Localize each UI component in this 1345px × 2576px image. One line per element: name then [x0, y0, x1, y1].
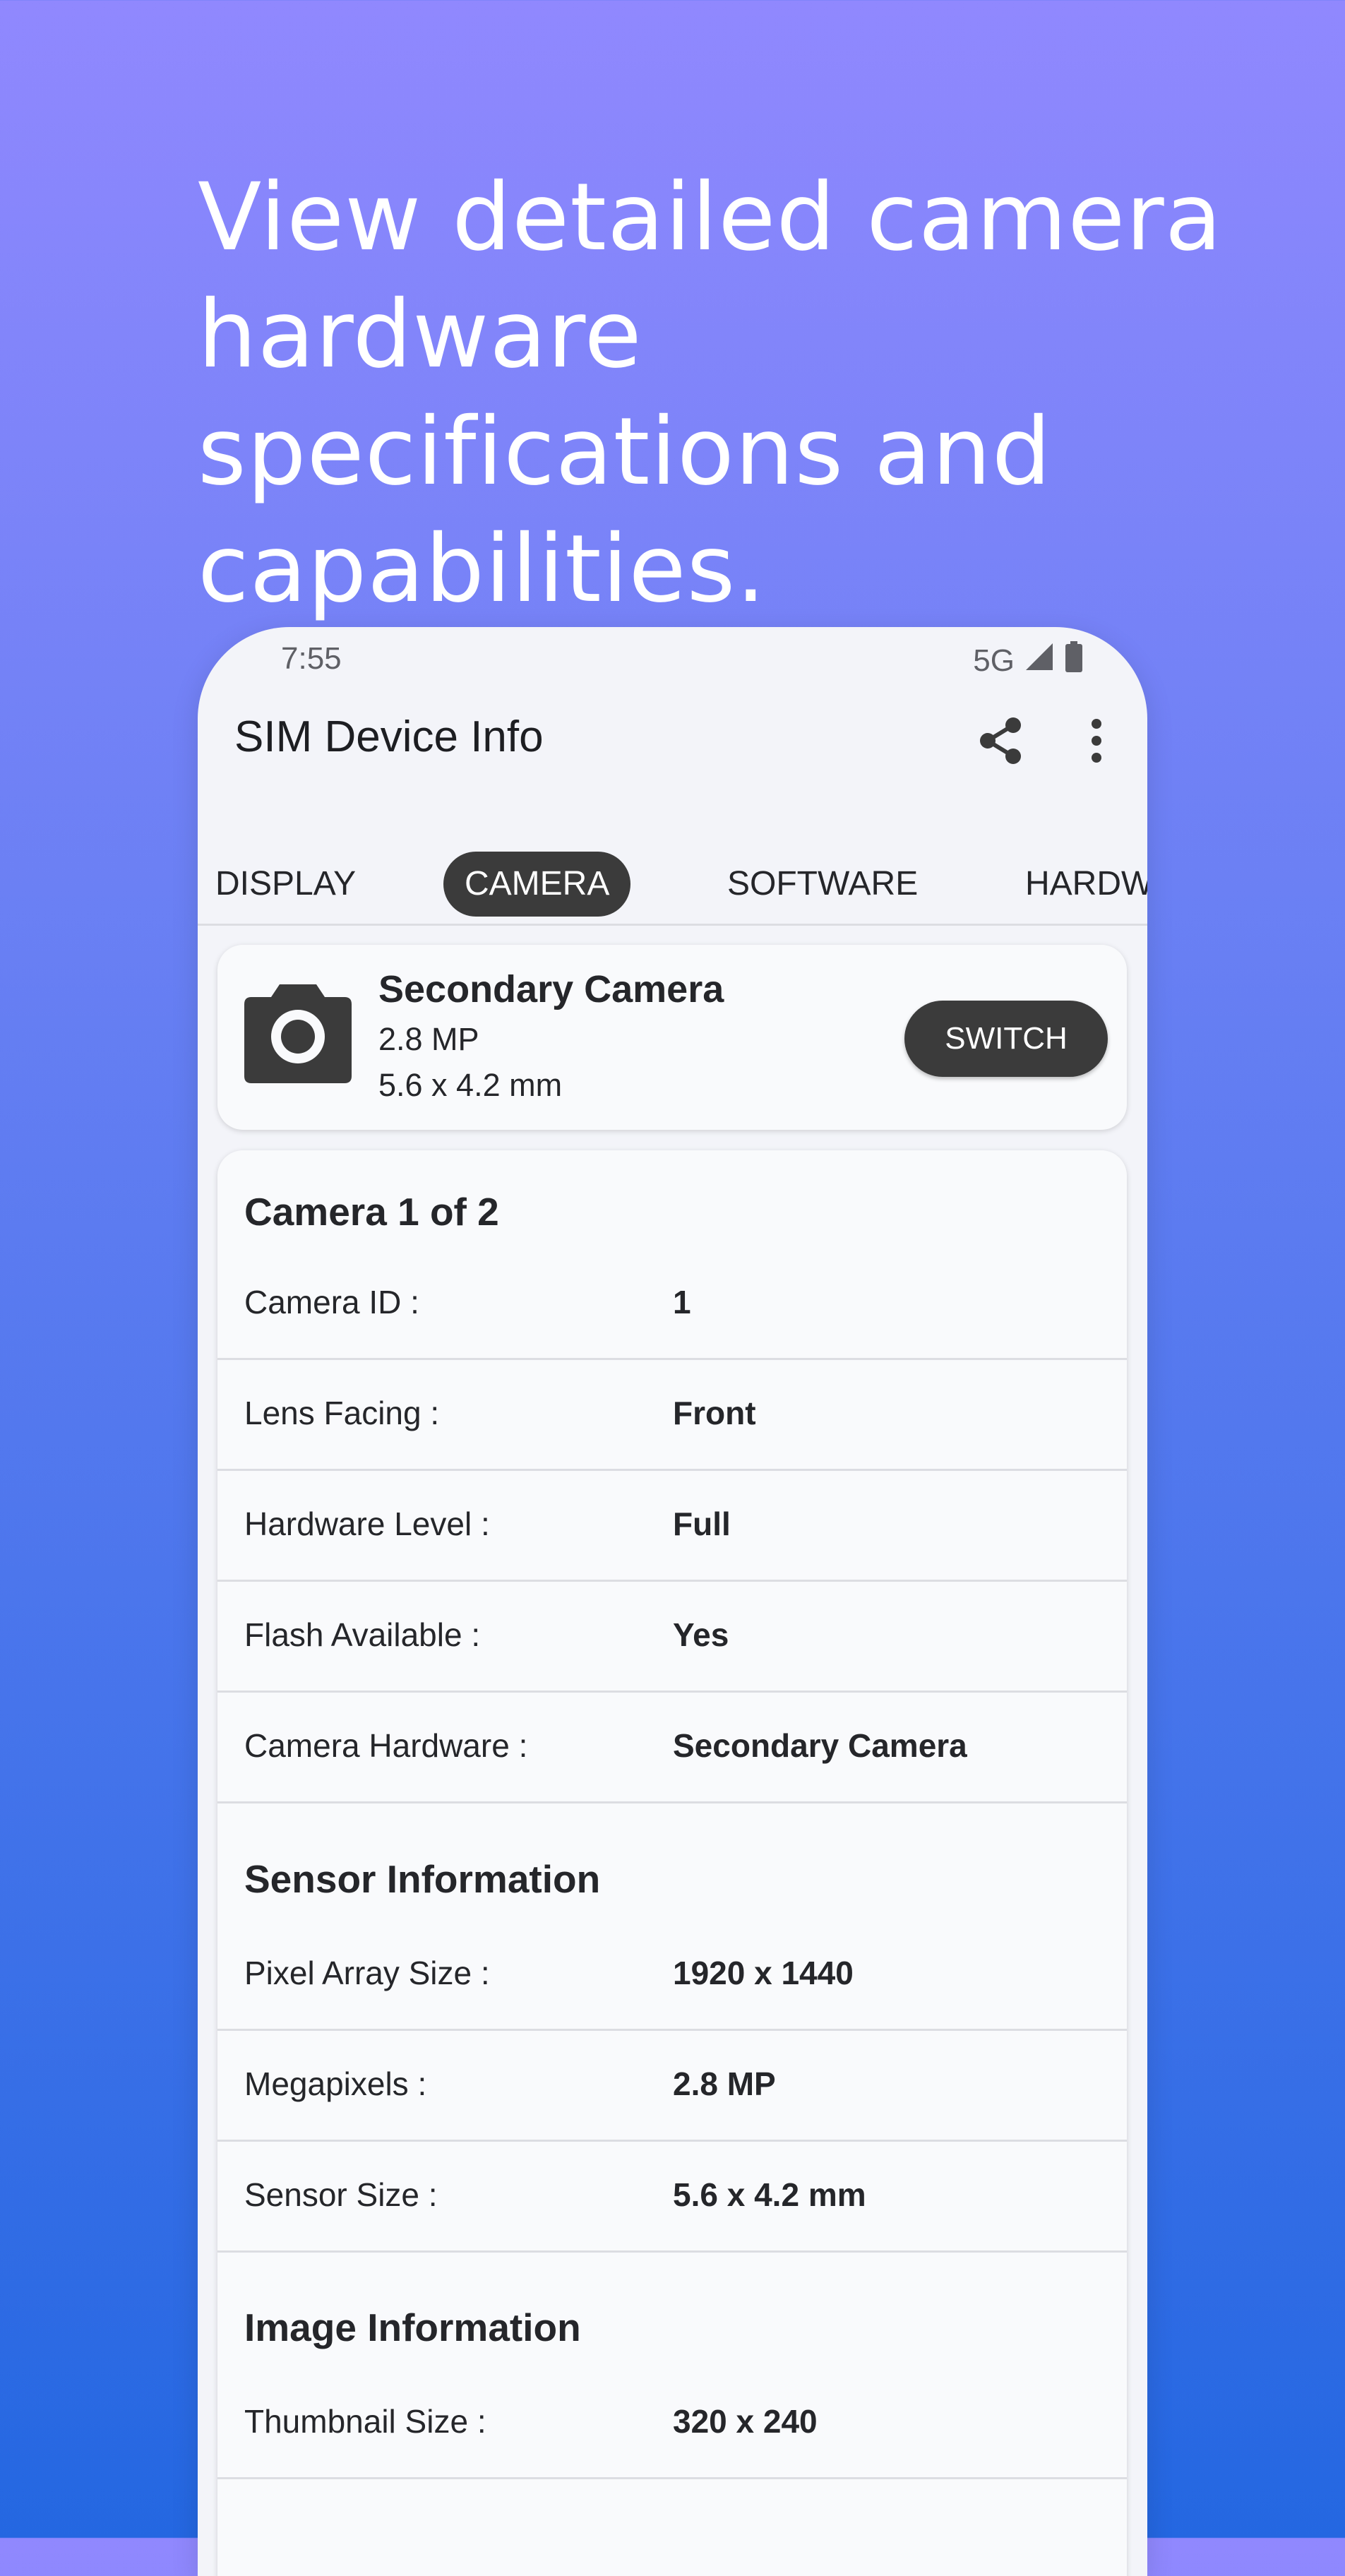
detail-value: Full: [673, 1505, 731, 1542]
status-indicators: 5G: [973, 641, 1084, 680]
detail-label: Camera Hardware :: [244, 1727, 528, 1764]
share-button[interactable]: [969, 710, 1033, 774]
signal-icon: [1024, 642, 1054, 679]
sensor-section-title: Sensor Information: [244, 1857, 601, 1901]
detail-label: Lens Facing :: [244, 1395, 440, 1431]
detail-row-sensor-size: Sensor Size : 5.6 x 4.2 mm: [217, 2142, 1127, 2253]
detail-value: Yes: [673, 1616, 729, 1653]
detail-row-megapixels: Megapixels : 2.8 MP: [217, 2031, 1127, 2142]
camera-sensor-size: 5.6 x 4.2 mm: [378, 1067, 563, 1103]
detail-value: Secondary Camera: [673, 1727, 967, 1764]
more-vert-icon: [1089, 718, 1104, 767]
detail-label: Megapixels :: [244, 2065, 427, 2102]
detail-value: 320 x 240: [673, 2403, 818, 2440]
tab-software[interactable]: SOFTWARE: [727, 852, 918, 917]
app-bar: SIM Device Info: [198, 691, 1147, 793]
camera-summary-card: Secondary Camera 2.8 MP 5.6 x 4.2 mm SWI…: [217, 945, 1127, 1130]
detail-row-pixel-array-size: Pixel Array Size : 1920 x 1440: [217, 1920, 1127, 2031]
detail-value: 1: [673, 1284, 691, 1320]
camera-name: Secondary Camera: [378, 968, 724, 1010]
camera-index-title: Camera 1 of 2: [244, 1190, 499, 1234]
detail-label: Thumbnail Size :: [244, 2403, 486, 2440]
status-time: 7:55: [281, 641, 342, 676]
detail-row-lens-facing: Lens Facing : Front: [217, 1360, 1127, 1471]
detail-label: Hardware Level :: [244, 1505, 490, 1542]
battery-icon: [1064, 641, 1084, 680]
detail-label: Camera ID :: [244, 1284, 419, 1320]
detail-label: Flash Available :: [244, 1616, 481, 1653]
detail-row-flash-available: Flash Available : Yes: [217, 1582, 1127, 1693]
detail-label: Pixel Array Size :: [244, 1955, 490, 1991]
detail-value: Front: [673, 1395, 756, 1431]
detail-row-hardware-level: Hardware Level : Full: [217, 1471, 1127, 1582]
more-options-button[interactable]: [1065, 710, 1128, 774]
detail-row-camera-id: Camera ID : 1: [217, 1249, 1127, 1360]
category-tabs: DISPLAY CAMERA SOFTWARE HARDW: [198, 832, 1147, 926]
camera-details-card: Camera 1 of 2 Camera ID : 1 Lens Facing …: [217, 1150, 1127, 2576]
detail-row-camera-hardware: Camera Hardware : Secondary Camera: [217, 1693, 1127, 1803]
detail-value: 1920 x 1440: [673, 1955, 854, 1991]
detail-value: 5.6 x 4.2 mm: [673, 2176, 866, 2213]
camera-icon: [244, 982, 352, 1083]
app-title: SIM Device Info: [234, 712, 544, 761]
switch-camera-button[interactable]: SWITCH: [904, 1001, 1108, 1077]
tab-camera[interactable]: CAMERA: [443, 852, 631, 917]
tab-display[interactable]: DISPLAY: [215, 852, 356, 917]
detail-row-thumbnail-size: Thumbnail Size : 320 x 240: [217, 2368, 1127, 2479]
network-label: 5G: [973, 643, 1015, 678]
tab-hardware[interactable]: HARDW: [1025, 852, 1147, 917]
phone-screen: 7:55 5G SIM Device Info DISPLAY CAMERA S…: [198, 627, 1147, 2576]
share-icon: [976, 715, 1026, 770]
detail-label: Sensor Size :: [244, 2176, 438, 2213]
detail-value: 2.8 MP: [673, 2065, 776, 2102]
image-section-title: Image Information: [244, 2306, 581, 2349]
promo-headline: View detailed camera hardware specificat…: [198, 163, 1223, 624]
status-bar: 7:55 5G: [198, 627, 1147, 691]
camera-megapixels: 2.8 MP: [378, 1021, 479, 1057]
